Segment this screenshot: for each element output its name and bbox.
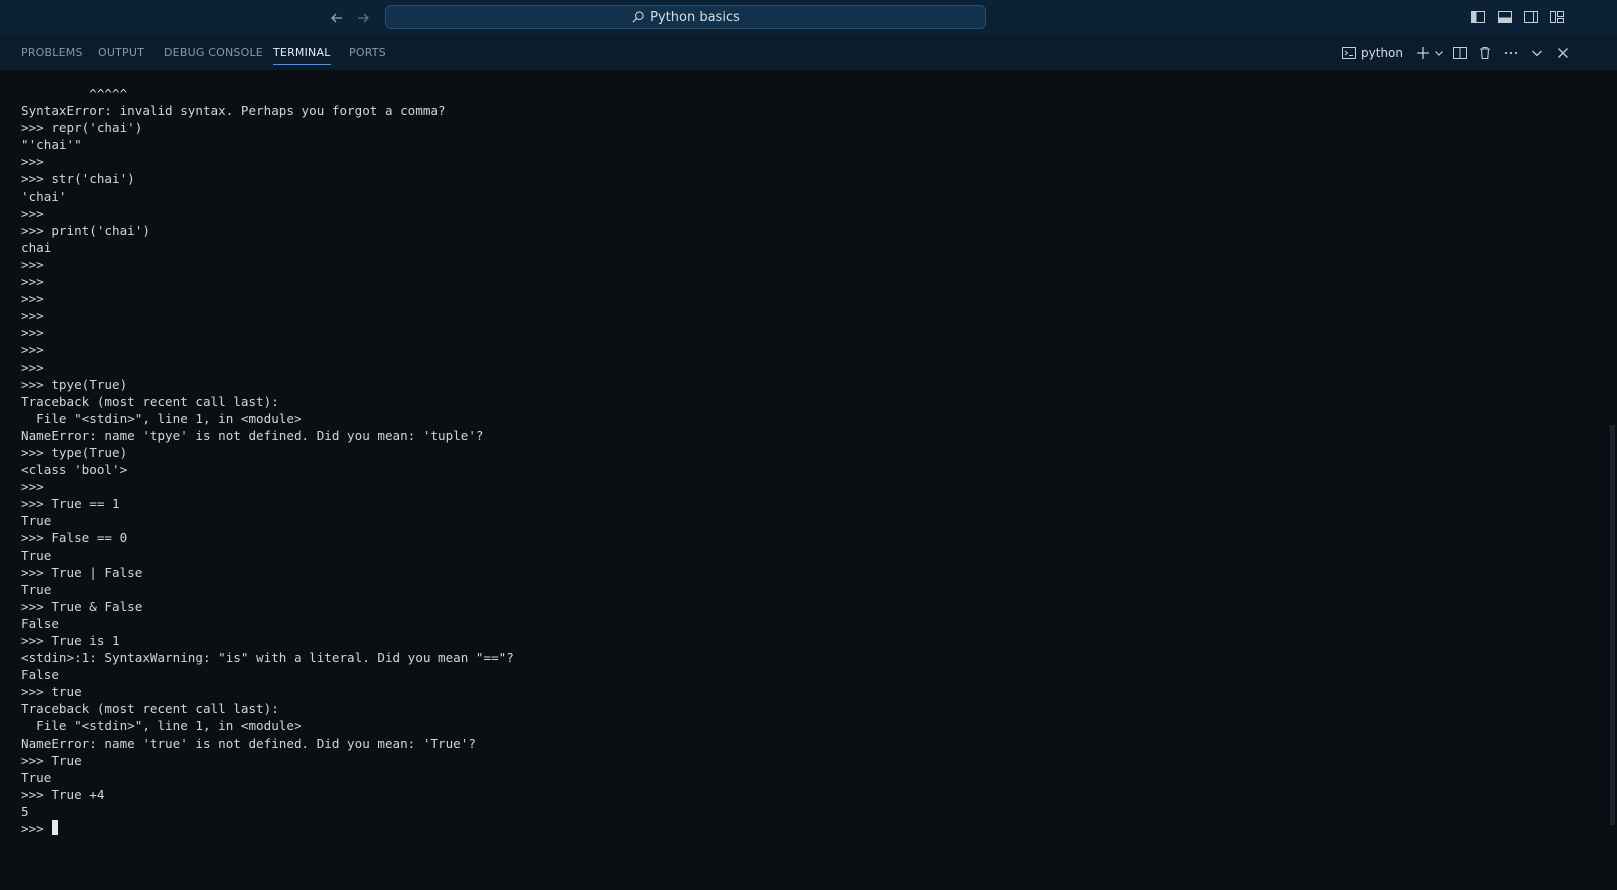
terminal-line: True bbox=[21, 547, 52, 563]
arrow-left-icon bbox=[331, 13, 342, 23]
terminal-line: NameError: name 'tpye' is not defined. D… bbox=[21, 427, 484, 443]
command-center-label: Python basics bbox=[650, 9, 740, 25]
terminal-output: ^^^^^ SyntaxError: invalid syntax. Perhap… bbox=[21, 85, 514, 837]
terminal-line: Traceback (most recent call last): bbox=[21, 701, 279, 717]
split-terminal-button[interactable] bbox=[1452, 44, 1468, 62]
terminal-scrollbar[interactable] bbox=[1610, 425, 1615, 825]
terminal-line: True bbox=[21, 769, 52, 785]
command-center-search[interactable]: Python basics bbox=[385, 5, 986, 29]
panel-header: PROBLEMS OUTPUT DEBUG CONSOLE TERMINAL P… bbox=[0, 35, 1617, 70]
terminal-line: <class 'bool'> bbox=[21, 462, 128, 478]
terminal-line: "'chai'" bbox=[21, 137, 82, 153]
terminal-line: <stdin>:1: SyntaxWarning: "is" with a li… bbox=[21, 650, 514, 666]
toggle-primary-sidebar-button[interactable] bbox=[1470, 9, 1486, 25]
split-terminal-icon bbox=[1453, 47, 1467, 59]
terminal-line: NameError: name 'true' is not defined. D… bbox=[21, 735, 476, 751]
terminal-line: ^^^^^ bbox=[21, 86, 128, 101]
terminal-line: >>> true bbox=[21, 684, 82, 700]
go-forward-button[interactable] bbox=[353, 8, 373, 28]
terminal-line: SyntaxError: invalid syntax. Perhaps you… bbox=[21, 103, 446, 119]
terminal-line: >>> True & False bbox=[21, 598, 143, 614]
customize-layout-icon bbox=[1550, 11, 1564, 23]
tab-output[interactable]: OUTPUT bbox=[98, 46, 144, 64]
go-back-button[interactable] bbox=[327, 8, 347, 28]
more-icon bbox=[1504, 51, 1518, 55]
terminal-line: False bbox=[21, 615, 59, 631]
terminal-line: 5 bbox=[21, 803, 29, 819]
terminal-selector[interactable]: python bbox=[1341, 44, 1403, 62]
new-terminal-button[interactable] bbox=[1415, 44, 1431, 62]
terminal-line: >>> type(True) bbox=[21, 444, 128, 460]
title-bar: Python basics bbox=[0, 0, 1617, 36]
terminal-line: >>> bbox=[21, 308, 44, 324]
maximize-chevron-icon bbox=[1532, 50, 1542, 57]
terminal-prompt: >>> bbox=[21, 821, 52, 837]
terminal-line: True bbox=[21, 513, 52, 529]
terminal-line: >>> repr('chai') bbox=[21, 120, 143, 136]
maximize-panel-button[interactable] bbox=[1529, 44, 1545, 62]
tab-ports[interactable]: PORTS bbox=[349, 46, 386, 64]
tab-problems[interactable]: PROBLEMS bbox=[21, 46, 83, 64]
arrow-right-icon bbox=[358, 13, 369, 23]
terminal-line: True bbox=[21, 581, 52, 597]
terminal-line: >>> bbox=[21, 274, 44, 290]
search-icon bbox=[632, 11, 644, 23]
terminal-line: >>> bbox=[21, 325, 44, 341]
terminal-line: >>> bbox=[21, 359, 44, 375]
trash-icon bbox=[1480, 46, 1490, 60]
terminal-line: File "<stdin>", line 1, in <module> bbox=[21, 410, 302, 426]
tab-terminal[interactable]: TERMINAL bbox=[273, 46, 331, 65]
toggle-secondary-sidebar-icon bbox=[1524, 11, 1538, 23]
terminal-prompt-line[interactable]: >>> bbox=[21, 820, 514, 837]
terminal-line: >>> True +4 bbox=[21, 786, 105, 802]
terminal-line: >>> True is 1 bbox=[21, 633, 120, 648]
terminal-line: >>> True bbox=[21, 752, 82, 768]
toggle-panel-button[interactable] bbox=[1497, 9, 1513, 25]
terminal-line: False bbox=[21, 667, 59, 683]
terminal-cursor bbox=[52, 820, 59, 836]
terminal-line: 'chai' bbox=[21, 188, 67, 204]
terminal-line: >>> tpye(True) bbox=[21, 376, 128, 392]
terminal-line: >>> bbox=[21, 205, 44, 221]
terminal-line: >>> bbox=[21, 479, 44, 495]
customize-layout-button[interactable] bbox=[1549, 9, 1565, 25]
terminal-line: >>> bbox=[21, 291, 44, 307]
kill-terminal-button[interactable] bbox=[1477, 44, 1493, 62]
close-panel-button[interactable] bbox=[1555, 44, 1571, 62]
terminal-name: python bbox=[1361, 46, 1403, 60]
terminal-line: >>> True == 1 bbox=[21, 496, 120, 512]
more-actions-button[interactable] bbox=[1503, 44, 1519, 62]
terminal-line: >>> bbox=[21, 342, 44, 358]
terminal-line: >>> bbox=[21, 256, 44, 272]
terminal-viewport[interactable]: ^^^^^ SyntaxError: invalid syntax. Perhap… bbox=[0, 70, 1617, 890]
terminal-line: File "<stdin>", line 1, in <module> bbox=[21, 718, 302, 734]
terminal-line: >>> print('chai') bbox=[21, 222, 150, 238]
terminal-icon bbox=[1342, 47, 1357, 59]
terminal-line: >>> str('chai') bbox=[21, 171, 135, 187]
terminal-line: >>> True | False bbox=[21, 564, 143, 580]
plus-icon bbox=[1417, 47, 1429, 59]
terminal-line: Traceback (most recent call last): bbox=[21, 393, 279, 409]
toggle-panel-icon bbox=[1498, 11, 1512, 23]
terminal-line: >>> bbox=[21, 154, 44, 170]
toggle-secondary-sidebar-button[interactable] bbox=[1523, 9, 1539, 25]
toggle-primary-sidebar-icon bbox=[1471, 11, 1485, 23]
tab-debug-console[interactable]: DEBUG CONSOLE bbox=[164, 46, 263, 64]
launch-profile-button[interactable] bbox=[1433, 44, 1445, 62]
chevron-down-icon bbox=[1435, 51, 1443, 56]
terminal-line: chai bbox=[21, 239, 52, 255]
terminal-line: >>> False == 0 bbox=[21, 530, 128, 546]
close-icon bbox=[1558, 48, 1568, 58]
